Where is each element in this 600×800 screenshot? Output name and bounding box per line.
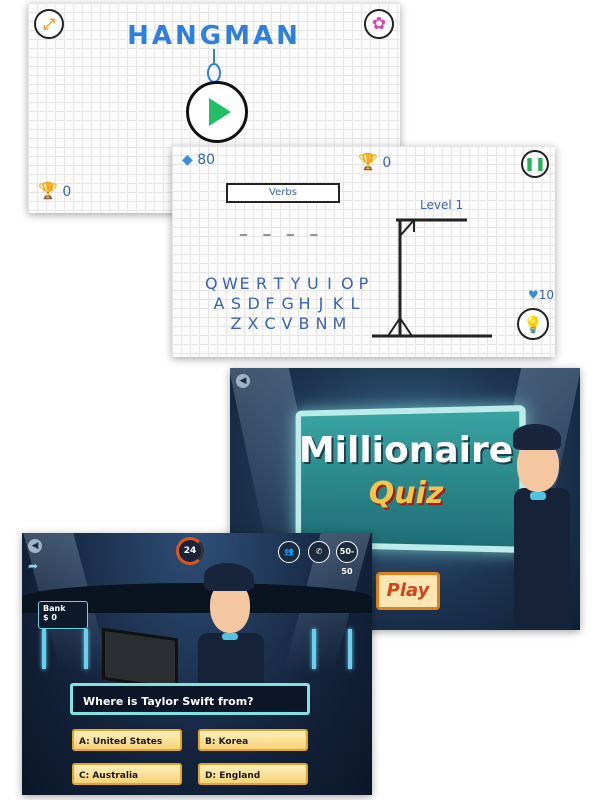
letter-key-q[interactable]: Q (205, 274, 218, 294)
keyboard-row: ZXCVBNM (172, 314, 402, 334)
score-display: 🏆 0 (38, 181, 71, 200)
letter-key-g[interactable]: G (282, 294, 294, 314)
score-display: 🏆 0 (358, 152, 391, 171)
letter-key-t[interactable]: T (273, 274, 284, 294)
letter-key-z[interactable]: Z (231, 314, 242, 334)
gem-value: 80 (197, 152, 216, 168)
gem-counter: ◆ 80 (182, 152, 215, 168)
diamond-icon: ◆ (182, 152, 193, 168)
letter-key-m[interactable]: M (333, 314, 347, 334)
back-arrow-icon[interactable]: ➦ (28, 559, 38, 573)
fifty-fifty-button[interactable]: 50-50 (336, 541, 358, 576)
bank-label: Bank (43, 604, 66, 613)
play-button[interactable]: Play (376, 572, 440, 610)
speaker-icon[interactable]: ◀ (236, 374, 250, 388)
countdown-timer: 24 (176, 537, 204, 565)
keyboard-row: QWERTYUIOP (172, 274, 402, 294)
game-title: HANGMAN (127, 21, 301, 51)
phone-icon[interactable]: ✆ (308, 541, 330, 563)
letter-keyboard: QWERTYUIOP ASDFGHJKL ZXCVBNM (172, 274, 402, 334)
ask-audience-icon[interactable]: 👥 (278, 541, 300, 563)
letter-key-a[interactable]: A (214, 294, 225, 314)
letter-key-v[interactable]: V (282, 314, 293, 334)
letter-key-s[interactable]: S (231, 294, 242, 314)
letter-key-y[interactable]: Y (290, 274, 301, 294)
letter-key-d[interactable]: D (248, 294, 260, 314)
heart-icon: ♥ (528, 288, 539, 302)
letter-key-f[interactable]: F (265, 294, 276, 314)
letter-key-r[interactable]: R (256, 274, 267, 294)
answer-a-button[interactable]: A: United States (72, 729, 182, 751)
hint-value: 10 (538, 288, 555, 302)
letter-key-e[interactable]: E (239, 274, 250, 294)
category-label: Verbs (226, 183, 340, 203)
play-button[interactable] (186, 81, 248, 143)
letter-key-o[interactable]: O (341, 274, 354, 294)
light-pillar (42, 629, 46, 669)
letter-key-b[interactable]: B (299, 314, 310, 334)
lightbulb-icon[interactable]: 💡 (517, 308, 549, 340)
letter-key-j[interactable]: J (316, 294, 327, 314)
letter-key-i[interactable]: I (324, 274, 335, 294)
light-pillar (84, 629, 88, 669)
keyboard-row: ASDFGHJKL (172, 294, 402, 314)
title-line1: Millionaire (298, 430, 514, 471)
answer-c-button[interactable]: C: Australia (72, 763, 182, 785)
trophy-icon: 🏆 (38, 181, 58, 200)
light-pillar (348, 629, 352, 669)
hint-counter: ♥10 (528, 288, 554, 302)
letter-key-n[interactable]: N (316, 314, 328, 334)
bank-value: $ 0 (43, 613, 57, 622)
question-box: Where is Taylor Swift from? (70, 683, 310, 715)
word-blanks: _ _ _ _ (240, 220, 324, 236)
letter-key-p[interactable]: P (358, 274, 369, 294)
answer-d-button[interactable]: D: England (198, 763, 308, 785)
noose-icon (207, 49, 221, 83)
hangman-game-screen: ◆ 80 🏆 0 ❚❚ Verbs _ _ _ _ Level 1 QWERTY… (172, 146, 555, 357)
bank-panel: Bank $ 0 (38, 601, 88, 629)
speaker-icon[interactable]: ◀ (28, 539, 42, 553)
trophy-icon: 🏆 (358, 152, 378, 171)
letter-key-k[interactable]: K (333, 294, 344, 314)
letter-key-c[interactable]: C (265, 314, 276, 334)
pause-button[interactable]: ❚❚ (521, 150, 549, 178)
gear-icon[interactable]: ✿ (364, 9, 394, 39)
score-value: 0 (62, 184, 72, 200)
answer-b-button[interactable]: B: Korea (198, 729, 308, 751)
host-monitor (102, 627, 178, 691)
letter-key-u[interactable]: U (307, 274, 319, 294)
letter-key-l[interactable]: L (350, 294, 361, 314)
light-pillar (312, 629, 316, 669)
score-value: 0 (382, 155, 392, 171)
letter-key-w[interactable]: W (222, 274, 238, 294)
letter-key-h[interactable]: H (299, 294, 311, 314)
millionaire-question-screen: ◀ ➦ 24 👥 ✆ 50-50 Bank $ 0 Where is Taylo… (22, 533, 372, 795)
title-line2: Quiz (368, 476, 444, 511)
letter-key-x[interactable]: X (248, 314, 259, 334)
